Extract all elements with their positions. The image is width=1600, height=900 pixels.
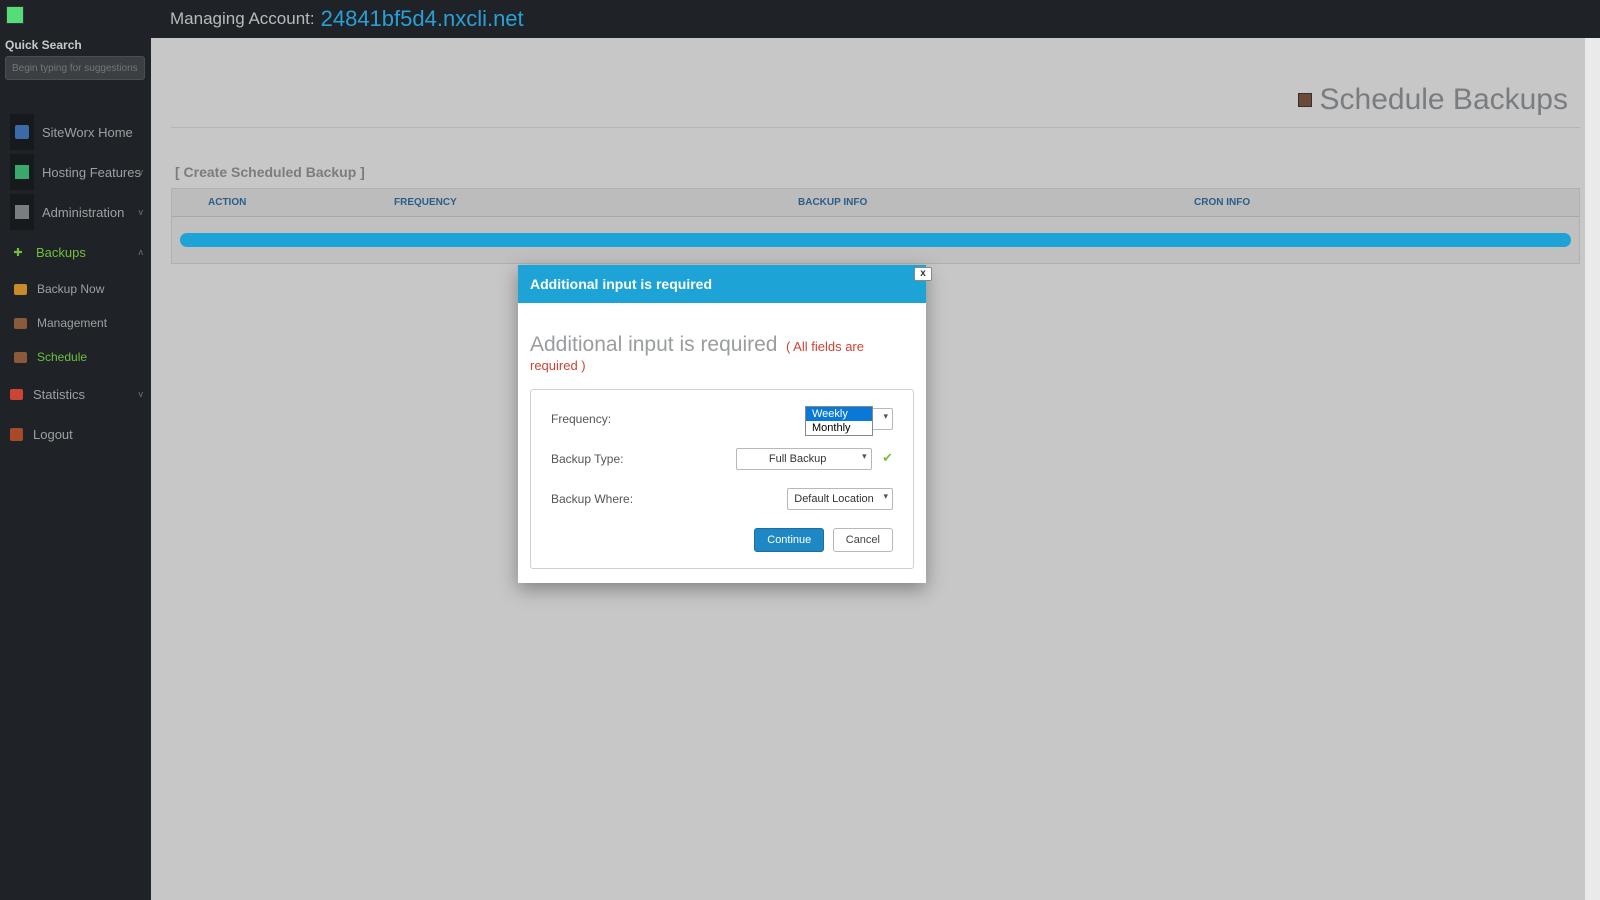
backup-table: ACTION FREQUENCY BACKUP INFO CRON INFO (171, 188, 1580, 264)
sidebar-item-backup-now[interactable]: Backup Now (0, 272, 151, 306)
col-cron-info[interactable]: CRON INFO (1182, 197, 1579, 208)
monitor-icon (10, 154, 34, 190)
managing-account-label: Managing Account: (170, 9, 315, 29)
sidebar-item-label: Logout (33, 427, 73, 442)
top-header: Managing Account: 24841bf5d4.nxcli.net (0, 0, 1600, 38)
modal-title: Additional input is required (530, 276, 712, 292)
table-header: ACTION FREQUENCY BACKUP INFO CRON INFO (172, 189, 1579, 217)
logo-icon (6, 6, 24, 24)
sidebar-item-management[interactable]: Management (0, 306, 151, 340)
frequency-dropdown-list: Weekly Monthly (805, 406, 873, 436)
clock-icon (14, 352, 27, 363)
sidebar-item-home[interactable]: SiteWorx Home (0, 112, 151, 152)
backup-where-select[interactable]: Default Location (787, 488, 893, 510)
sidebar-item-logout[interactable]: Logout (0, 414, 151, 454)
schedule-icon (1298, 93, 1312, 107)
sidebar-item-label: Backup Now (37, 282, 104, 296)
chevron-down-icon: v (139, 389, 144, 399)
modal-title-bar: Additional input is required x (518, 265, 926, 303)
frequency-option-weekly[interactable]: Weekly (806, 407, 872, 421)
tools-icon (10, 194, 34, 230)
create-scheduled-backup-link[interactable]: [ Create Scheduled Backup ] (171, 128, 1580, 188)
scrollbar[interactable] (1584, 38, 1600, 900)
col-frequency[interactable]: FREQUENCY (382, 197, 786, 208)
chevron-down-icon: v (139, 167, 144, 177)
sidebar-item-label: Management (37, 316, 107, 330)
sidebar-item-label: Schedule (37, 350, 87, 364)
table-loading-bar (180, 233, 1571, 247)
chevron-up-icon: ʌ (139, 247, 144, 257)
frequency-option-monthly[interactable]: Monthly (806, 421, 872, 435)
backup-type-select[interactable]: Full Backup (736, 448, 872, 470)
col-action[interactable]: ACTION (172, 197, 382, 208)
chart-icon (10, 389, 23, 400)
sidebar-item-label: Administration (42, 205, 124, 220)
sidebar-item-schedule[interactable]: Schedule (0, 340, 151, 374)
logout-icon (10, 428, 23, 441)
sidebar-item-hosting[interactable]: Hosting Features v (0, 152, 151, 192)
backup-where-label: Backup Where: (551, 492, 633, 506)
sidebar-item-label: Hosting Features (42, 165, 141, 180)
close-button[interactable]: x (914, 267, 932, 281)
sidebar-item-admin[interactable]: Administration v (0, 192, 151, 232)
backup-icon: ✚ (10, 244, 26, 260)
cancel-button[interactable]: Cancel (833, 528, 893, 552)
col-backup-info[interactable]: BACKUP INFO (786, 197, 1182, 208)
quick-search-label: Quick Search (5, 38, 146, 52)
continue-button[interactable]: Continue (754, 528, 824, 552)
backup-type-label: Backup Type: (551, 452, 624, 466)
modal-heading: Additional input is required (530, 333, 778, 356)
folder-icon (14, 318, 27, 329)
page-title-text: Schedule Backups (1320, 83, 1569, 117)
disk-icon (14, 284, 27, 295)
home-icon (10, 114, 34, 150)
quick-search-input[interactable] (5, 56, 145, 80)
account-name: 24841bf5d4.nxcli.net (321, 6, 524, 32)
sidebar-item-statistics[interactable]: Statistics v (0, 374, 151, 414)
page-title: Schedule Backups (1298, 83, 1569, 117)
check-icon: ✔ (882, 450, 893, 465)
sidebar: Quick Search SiteWorx Home Hosting Featu… (0, 32, 151, 900)
sidebar-item-backups[interactable]: ✚ Backups ʌ (0, 232, 151, 272)
sidebar-item-label: Backups (36, 245, 86, 260)
frequency-label: Frequency: (551, 412, 611, 426)
sidebar-item-label: Statistics (33, 387, 85, 402)
chevron-down-icon: v (139, 207, 144, 217)
sidebar-item-label: SiteWorx Home (42, 125, 133, 140)
